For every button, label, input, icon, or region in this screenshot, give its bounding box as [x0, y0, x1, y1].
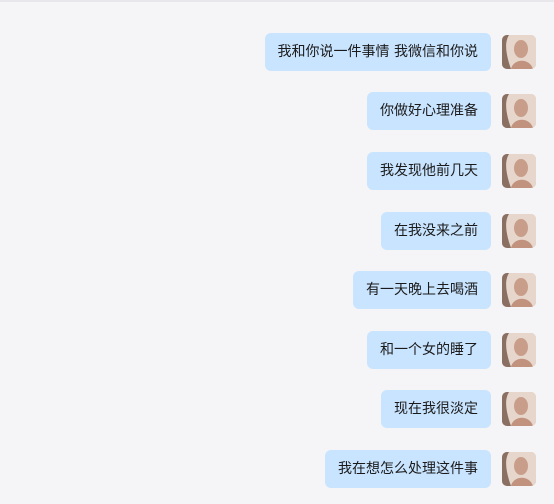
avatar[interactable] [502, 452, 536, 486]
message-row: 你做好心理准备 [367, 91, 536, 131]
avatar-photo-icon [502, 333, 536, 367]
avatar[interactable] [502, 273, 536, 307]
message-row: 我和你说一件事情 我微信和你说 [264, 32, 536, 72]
avatar[interactable] [502, 154, 536, 188]
message-bubble[interactable]: 我在想怎么处理这件事 [325, 450, 491, 488]
message-bubble[interactable]: 我和你说一件事情 我微信和你说 [264, 33, 491, 71]
message-bubble[interactable]: 现在我很淡定 [381, 390, 491, 428]
message-row: 和一个女的睡了 [367, 330, 536, 370]
avatar-photo-icon [502, 35, 536, 69]
message-row: 有一天晚上去喝酒 [353, 270, 536, 310]
avatar-photo-icon [502, 392, 536, 426]
avatar-photo-icon [502, 154, 536, 188]
avatar-photo-icon [502, 273, 536, 307]
message-bubble[interactable]: 有一天晚上去喝酒 [353, 271, 491, 309]
message-bubble[interactable]: 你做好心理准备 [367, 92, 491, 130]
avatar[interactable] [502, 333, 536, 367]
message-bubble[interactable]: 和一个女的睡了 [367, 331, 491, 369]
avatar-photo-icon [502, 94, 536, 128]
message-bubble[interactable]: 我发现他前几天 [367, 152, 491, 190]
chat-message-list[interactable]: 我和你说一件事情 我微信和你说 你做好心理准备 我发现他前几天 在我没来之前 有… [0, 0, 554, 504]
message-bubble[interactable]: 在我没来之前 [381, 212, 491, 250]
avatar[interactable] [502, 392, 536, 426]
message-row: 我在想怎么处理这件事 [325, 449, 536, 489]
avatar[interactable] [502, 214, 536, 248]
avatar-photo-icon [502, 214, 536, 248]
avatar[interactable] [502, 35, 536, 69]
message-row: 现在我很淡定 [381, 389, 536, 429]
message-row: 在我没来之前 [381, 211, 536, 251]
avatar[interactable] [502, 94, 536, 128]
avatar-photo-icon [502, 452, 536, 486]
message-row: 我发现他前几天 [367, 151, 536, 191]
